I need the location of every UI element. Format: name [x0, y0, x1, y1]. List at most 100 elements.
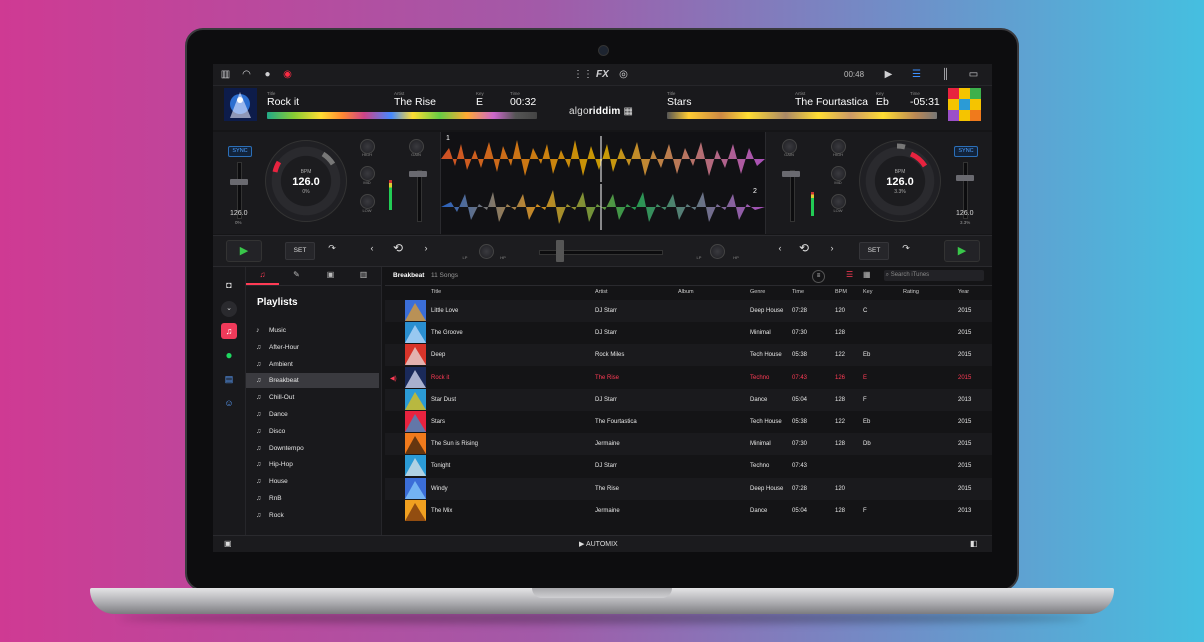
right-bounce-icon[interactable]: ↷: [899, 243, 913, 254]
right-key[interactable]: Eb: [876, 96, 889, 108]
right-set-cue-button[interactable]: SET: [859, 242, 889, 260]
col-rating[interactable]: Rating: [903, 289, 919, 295]
columns-icon[interactable]: ║: [940, 69, 951, 80]
grid-icon[interactable]: ⋮⋮: [573, 69, 593, 80]
list-view-icon[interactable]: ☰: [846, 270, 853, 279]
left-set-cue-button[interactable]: SET: [285, 242, 315, 260]
table-row[interactable]: The Mix Jermaine Dance 05:04 128 F 2013: [385, 499, 992, 522]
add-source-icon[interactable]: ▣: [224, 539, 232, 548]
right-low-knob[interactable]: [831, 194, 846, 209]
cell-genre: Tech House: [750, 419, 782, 425]
col-bpm[interactable]: BPM: [835, 289, 847, 295]
tab-artists[interactable]: ✎: [280, 270, 313, 279]
left-loop-next-icon[interactable]: ›: [419, 243, 433, 253]
right-filter-knob[interactable]: [710, 244, 725, 259]
col-artist[interactable]: Artist: [595, 289, 608, 295]
left-mid-knob[interactable]: [360, 166, 375, 181]
playlist-item[interactable]: ♫ Disco: [246, 424, 379, 439]
table-row[interactable]: Deep Rock Miles Tech House 05:38 122 Eb 2015: [385, 344, 992, 367]
right-mid-knob[interactable]: [831, 166, 846, 181]
playlist-item[interactable]: ♫ RnB: [246, 491, 379, 506]
left-play-button[interactable]: ▶: [226, 240, 262, 262]
right-sync-button[interactable]: SYNC: [954, 146, 978, 157]
playlist-item[interactable]: ♫ Dance: [246, 407, 379, 422]
table-row[interactable]: Windy The Rise Deep House 07:28 120 2015: [385, 477, 992, 500]
track-artwork: [405, 455, 426, 477]
waveform-display[interactable]: 1 2: [440, 132, 766, 234]
left-pitch-value[interactable]: 126.0: [230, 210, 248, 217]
left-overview-waveform[interactable]: [267, 112, 537, 119]
table-row[interactable]: Star Dust DJ Starr Dance 05:04 128 F 2013: [385, 388, 992, 411]
right-overview-waveform[interactable]: [667, 112, 937, 119]
bars-icon[interactable]: ▥: [220, 69, 231, 80]
left-bounce-icon[interactable]: ↷: [325, 243, 339, 254]
playlist-item[interactable]: ♫ Breakbeat: [246, 373, 379, 389]
playlist-item[interactable]: ♪ Music: [246, 323, 379, 338]
left-low-knob[interactable]: [360, 194, 375, 209]
right-pitch-fader-cap[interactable]: [956, 175, 974, 181]
table-row[interactable]: Tonight DJ Starr Techno 07:43 2015: [385, 455, 992, 477]
col-time[interactable]: Time: [792, 289, 804, 295]
col-title[interactable]: Title: [431, 289, 441, 295]
video-icon[interactable]: ▤: [221, 371, 237, 387]
left-channel-fader[interactable]: [417, 170, 422, 222]
grid-view-icon[interactable]: ▦: [863, 270, 871, 279]
right-loop-next-icon[interactable]: ›: [825, 243, 839, 253]
filter-icon[interactable]: ≡: [812, 270, 825, 283]
chevron-down-icon[interactable]: ⌄: [221, 301, 237, 317]
headphones-icon[interactable]: ◠: [241, 69, 252, 80]
left-loop-icon[interactable]: ⟲: [391, 241, 405, 255]
record-icon[interactable]: ◉: [282, 69, 293, 80]
col-genre[interactable]: Genre: [750, 289, 765, 295]
fx-icon[interactable]: FX: [596, 69, 609, 80]
left-loop-prev-icon[interactable]: ‹: [365, 243, 379, 253]
table-row[interactable]: The Groove DJ Starr Minimal 07:30 128 2015: [385, 322, 992, 344]
playlist-item[interactable]: ♫ House: [246, 474, 379, 489]
display-icon[interactable]: ▭: [968, 69, 979, 80]
col-year[interactable]: Year: [958, 289, 969, 295]
table-row[interactable]: The Sun is Rising Jermaine Minimal 07:30 128…: [385, 433, 992, 456]
layout-icon[interactable]: ☰: [911, 69, 922, 80]
right-channel-fader-cap[interactable]: [782, 171, 800, 177]
camera-icon[interactable]: ◘: [221, 277, 237, 293]
music-icon[interactable]: ♫: [221, 323, 237, 339]
left-key[interactable]: E: [476, 96, 483, 108]
left-channel-fader-cap[interactable]: [409, 171, 427, 177]
playlist-item[interactable]: ♫ Ambient: [246, 357, 379, 372]
deck-1-waveform[interactable]: [441, 136, 765, 182]
table-row[interactable]: Little Love DJ Starr Deep House 07:28 120 C 20…: [385, 300, 992, 322]
playlist-item[interactable]: ♫ Hip-Hop: [246, 457, 379, 472]
sampler-icon[interactable]: ◎: [618, 69, 629, 80]
tab-library[interactable]: ▥: [347, 270, 380, 279]
left-sync-button[interactable]: SYNC: [228, 146, 252, 157]
playlist-item[interactable]: ♫ After-Hour: [246, 340, 379, 355]
song-count[interactable]: 11 Songs: [431, 272, 458, 279]
tab-albums[interactable]: ▣: [314, 270, 347, 279]
right-pitch-value[interactable]: 126.0: [956, 210, 974, 217]
playlist-item[interactable]: ♫ Chill-Out: [246, 390, 379, 405]
playlist-item-label: RnB: [269, 495, 282, 502]
tab-playlists[interactable]: ♫: [246, 270, 279, 285]
left-filter-knob[interactable]: [479, 244, 494, 259]
right-loop-prev-icon[interactable]: ‹: [773, 243, 787, 253]
playlist-item[interactable]: ♫ Rock: [246, 508, 379, 523]
playlist-item[interactable]: ♫ Downtempo: [246, 441, 379, 456]
right-loop-icon[interactable]: ⟲: [797, 241, 811, 255]
crossfader-cap[interactable]: [556, 240, 564, 262]
video-out-icon[interactable]: ▶: [883, 69, 894, 80]
table-row[interactable]: Stars The Fourtastica Tech House 05:38 122 Eb…: [385, 411, 992, 433]
spotify-icon[interactable]: ●: [221, 347, 237, 363]
search-field[interactable]: ⌕ Search iTunes: [884, 270, 984, 281]
deck-2-waveform[interactable]: [441, 184, 765, 230]
table-row[interactable]: ◀) Rock it The Rise Techno 07:43 126 E 2015: [385, 366, 992, 389]
automix-button[interactable]: ▶ AUTOMIX: [579, 540, 618, 548]
microphone-icon[interactable]: ●: [262, 69, 273, 80]
right-play-button[interactable]: ▶: [944, 240, 980, 262]
finder-icon[interactable]: ☺: [221, 395, 237, 411]
queue-icon[interactable]: ◧: [970, 539, 978, 548]
col-album[interactable]: Album: [678, 289, 694, 295]
left-high-knob[interactable]: [360, 139, 375, 154]
left-pitch-fader-cap[interactable]: [230, 179, 248, 185]
col-key[interactable]: Key: [863, 289, 872, 295]
right-channel-fader[interactable]: [790, 170, 795, 222]
